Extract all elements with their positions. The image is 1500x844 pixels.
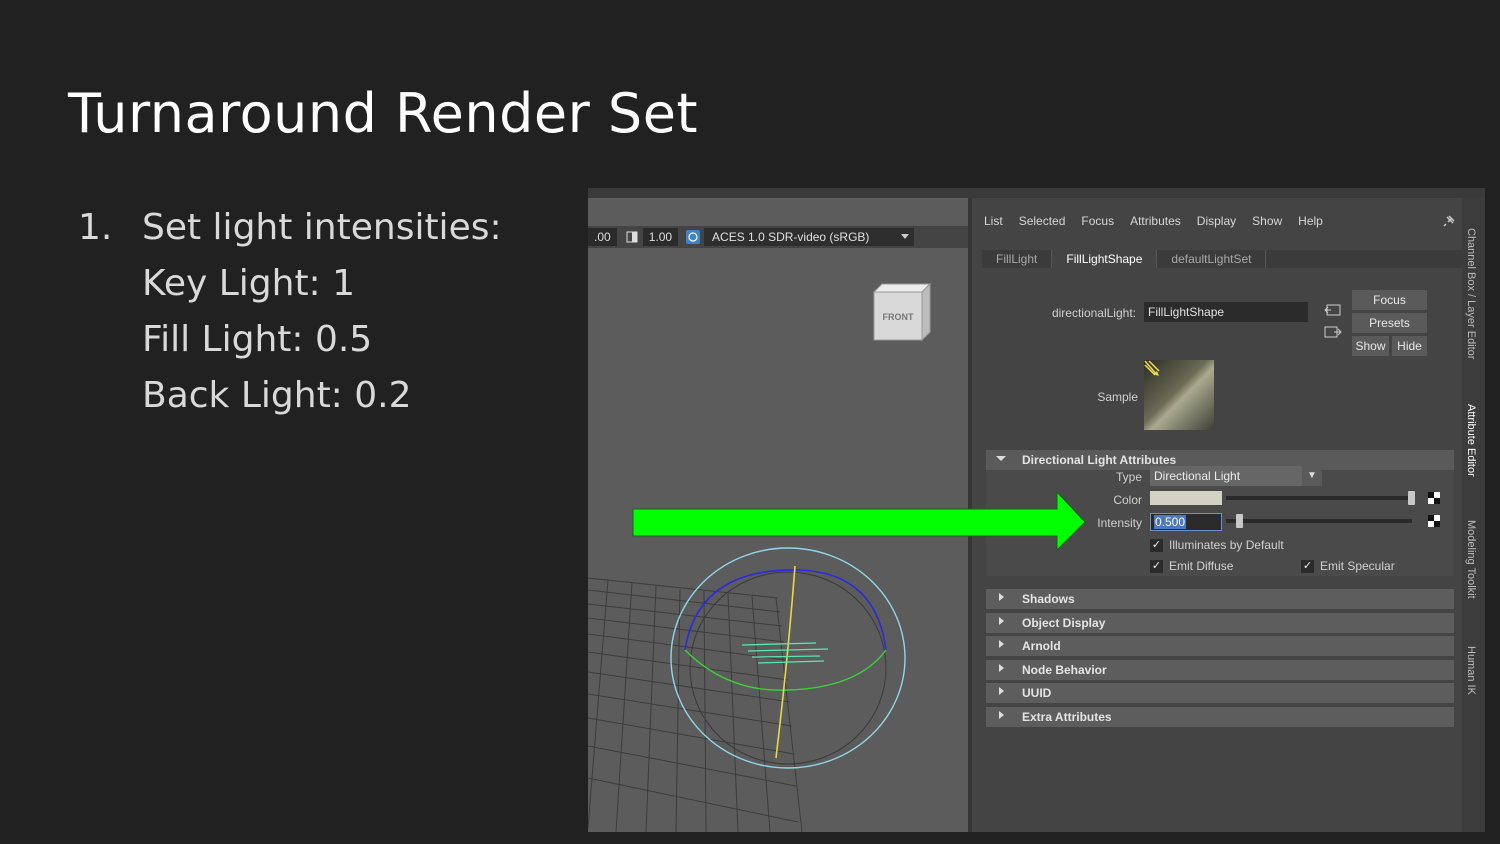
emit-specular-label: Emit Specular xyxy=(1320,559,1395,573)
input-connection-icon[interactable] xyxy=(1324,302,1342,318)
bullet-heading: Set light intensities: xyxy=(142,207,502,248)
slide-title: Turnaround Render Set xyxy=(68,82,699,145)
type-label: Type xyxy=(1115,470,1142,484)
menu-focus[interactable]: Focus xyxy=(1081,214,1114,228)
check-icon: ✓ xyxy=(1150,538,1163,552)
illuminates-label: Illuminates by Default xyxy=(1169,538,1284,552)
bullet-number: 1. xyxy=(78,207,113,248)
presets-button[interactable]: Presets xyxy=(1352,313,1427,333)
green-arrow-annotation xyxy=(632,490,1086,552)
emit-diffuse-checkbox[interactable]: ✓ Emit Diffuse xyxy=(1150,559,1233,573)
exposure-field[interactable]: .00 xyxy=(588,228,617,246)
color-slider-handle[interactable] xyxy=(1408,491,1415,505)
collapsed-triangle-icon xyxy=(999,617,1004,625)
chevron-down-icon: ▼ xyxy=(1302,466,1322,486)
node-type-label: directionalLight: xyxy=(1051,306,1136,320)
intensity-map-button-icon[interactable] xyxy=(1428,515,1440,527)
expanded-triangle-icon xyxy=(996,456,1006,461)
light-icon xyxy=(1144,360,1160,376)
illuminates-by-default-checkbox[interactable]: ✓ Illuminates by Default xyxy=(1150,538,1284,552)
collapsed-triangle-icon xyxy=(999,640,1004,648)
show-button[interactable]: Show xyxy=(1352,336,1389,356)
color-map-button-icon[interactable] xyxy=(1428,492,1440,504)
scene-view xyxy=(588,547,906,832)
section-title: Directional Light Attributes xyxy=(1022,453,1177,467)
check-icon: ✓ xyxy=(1150,559,1163,573)
chevron-down-icon xyxy=(901,234,910,239)
check-icon: ✓ xyxy=(1301,559,1314,573)
color-swatch[interactable] xyxy=(1150,491,1222,505)
dock-tab-modeling-toolkit[interactable]: Modeling Toolkit xyxy=(1465,520,1477,599)
menu-show[interactable]: Show xyxy=(1252,214,1282,228)
viewcube-icon[interactable]: FRONT xyxy=(868,282,932,348)
section-label: Shadows xyxy=(1022,592,1075,606)
arnold-section-header[interactable]: Arnold xyxy=(986,636,1454,656)
node-name-field[interactable]: FillLightShape xyxy=(1144,302,1308,322)
section-label: Node Behavior xyxy=(1022,663,1107,677)
collapsed-triangle-icon xyxy=(999,711,1004,719)
pin-icon[interactable] xyxy=(1442,214,1456,228)
collapsed-triangle-icon xyxy=(999,593,1004,601)
type-dropdown[interactable]: Directional Light ▼ xyxy=(1150,466,1322,486)
attribute-editor-menubar: List Selected Focus Attributes Display S… xyxy=(984,214,1323,228)
key-light-line: Key Light: 1 xyxy=(142,263,356,304)
intensity-slider-handle[interactable] xyxy=(1236,514,1243,528)
intensity-value: 0.500 xyxy=(1154,515,1187,529)
right-dock-tabs: Channel Box / Layer Editor Attribute Edi… xyxy=(1462,198,1485,832)
dock-tab-attribute-editor[interactable]: Attribute Editor xyxy=(1465,404,1477,477)
intensity-slider-track[interactable] xyxy=(1226,519,1412,523)
back-light-line: Back Light: 0.2 xyxy=(142,375,412,416)
menu-selected[interactable]: Selected xyxy=(1019,214,1066,228)
node-tabs: FillLight FillLightShape defaultLightSet xyxy=(982,250,1462,268)
section-label: Extra Attributes xyxy=(1022,710,1112,724)
color-management-icon[interactable] xyxy=(686,230,701,244)
menu-display[interactable]: Display xyxy=(1197,214,1236,228)
menu-help[interactable]: Help xyxy=(1298,214,1323,228)
color-slider-track[interactable] xyxy=(1226,496,1412,500)
menu-list[interactable]: List xyxy=(984,214,1003,228)
gamma-field[interactable]: 1.00 xyxy=(642,228,679,246)
uuid-section-header[interactable]: UUID xyxy=(986,683,1454,703)
hide-button[interactable]: Hide xyxy=(1392,336,1427,356)
section-label: Arnold xyxy=(1022,639,1061,653)
node-behavior-section-header[interactable]: Node Behavior xyxy=(986,660,1454,680)
tab-filllightshape[interactable]: FillLightShape xyxy=(1052,250,1158,268)
gamma-icon[interactable] xyxy=(625,230,639,244)
extra-attributes-section-header[interactable]: Extra Attributes xyxy=(986,707,1454,727)
type-value: Directional Light xyxy=(1150,466,1302,486)
collapsed-triangle-icon xyxy=(999,687,1004,695)
view-transform-dropdown[interactable]: ACES 1.0 SDR-video (sRGB) xyxy=(704,228,915,246)
collapsed-triangle-icon xyxy=(999,664,1004,672)
view-transform-value: ACES 1.0 SDR-video (sRGB) xyxy=(712,230,870,244)
viewport-toolbar: .00 1.00 ACES 1.0 SDR-video (sRGB) xyxy=(588,226,968,248)
tab-filllight[interactable]: FillLight xyxy=(982,250,1053,268)
shadows-section-header[interactable]: Shadows xyxy=(986,589,1454,609)
section-label: UUID xyxy=(1022,686,1052,700)
fill-light-line: Fill Light: 0.5 xyxy=(142,319,373,360)
section-label: Object Display xyxy=(1022,616,1106,630)
emit-diffuse-label: Emit Diffuse xyxy=(1169,559,1234,573)
output-connection-icon[interactable] xyxy=(1324,324,1342,340)
top-edge xyxy=(588,188,1485,198)
menu-attributes[interactable]: Attributes xyxy=(1130,214,1181,228)
dock-tab-human-ik[interactable]: Human IK xyxy=(1465,646,1477,695)
viewcube-label: FRONT xyxy=(883,312,914,322)
emit-specular-checkbox[interactable]: ✓ Emit Specular xyxy=(1301,559,1395,573)
object-display-section-header[interactable]: Object Display xyxy=(986,613,1454,633)
intensity-field[interactable]: 0.500 xyxy=(1150,513,1222,531)
dock-tab-channel-box[interactable]: Channel Box / Layer Editor xyxy=(1465,228,1477,359)
focus-button[interactable]: Focus xyxy=(1352,290,1427,310)
tab-defaultlightset[interactable]: defaultLightSet xyxy=(1157,250,1267,268)
bullet-list: 1. Set light intensities: Key Light: 1 F… xyxy=(78,200,502,424)
sample-label: Sample xyxy=(1097,390,1138,404)
